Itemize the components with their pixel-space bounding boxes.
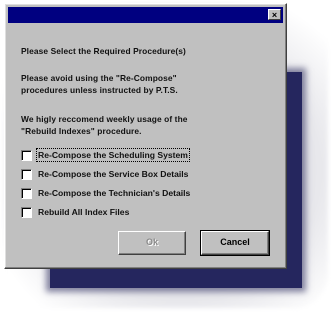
close-icon: × [271,10,278,20]
procedure-dialog: × Please Select the Required Procedure(s… [4,3,287,269]
dialog-heading: Please Select the Required Procedure(s) [21,46,186,56]
recommend-line-1: We higly reccomend weekly usage of the [21,114,188,124]
checkbox[interactable] [21,149,32,161]
title-bar: × [8,7,283,23]
warning-line-1: Please avoid using the "Re-Compose" [21,73,177,83]
option-label: Re-Compose the Service Box Details [38,169,189,179]
option-label: Re-Compose the Scheduling System [36,148,190,162]
option-label: Rebuild All Index Files [38,207,130,217]
option-recompose-technician[interactable]: Re-Compose the Technician's Details [21,187,190,199]
close-button[interactable]: × [268,9,281,20]
option-recompose-scheduling[interactable]: Re-Compose the Scheduling System [21,148,190,162]
option-recompose-service-box[interactable]: Re-Compose the Service Box Details [21,168,188,180]
cancel-button[interactable]: Cancel [200,230,270,256]
option-rebuild-indexes[interactable]: Rebuild All Index Files [21,206,129,218]
ok-button[interactable]: Ok [118,231,186,255]
checkbox[interactable] [21,206,32,218]
option-label: Re-Compose the Technician's Details [38,188,191,198]
recommend-line-2: "Rebuild Indexes" procedure. [21,126,142,136]
checkbox[interactable] [21,187,32,199]
warning-line-2: procedures unless instructed by P.T.S. [21,85,178,95]
checkbox[interactable] [21,168,32,180]
